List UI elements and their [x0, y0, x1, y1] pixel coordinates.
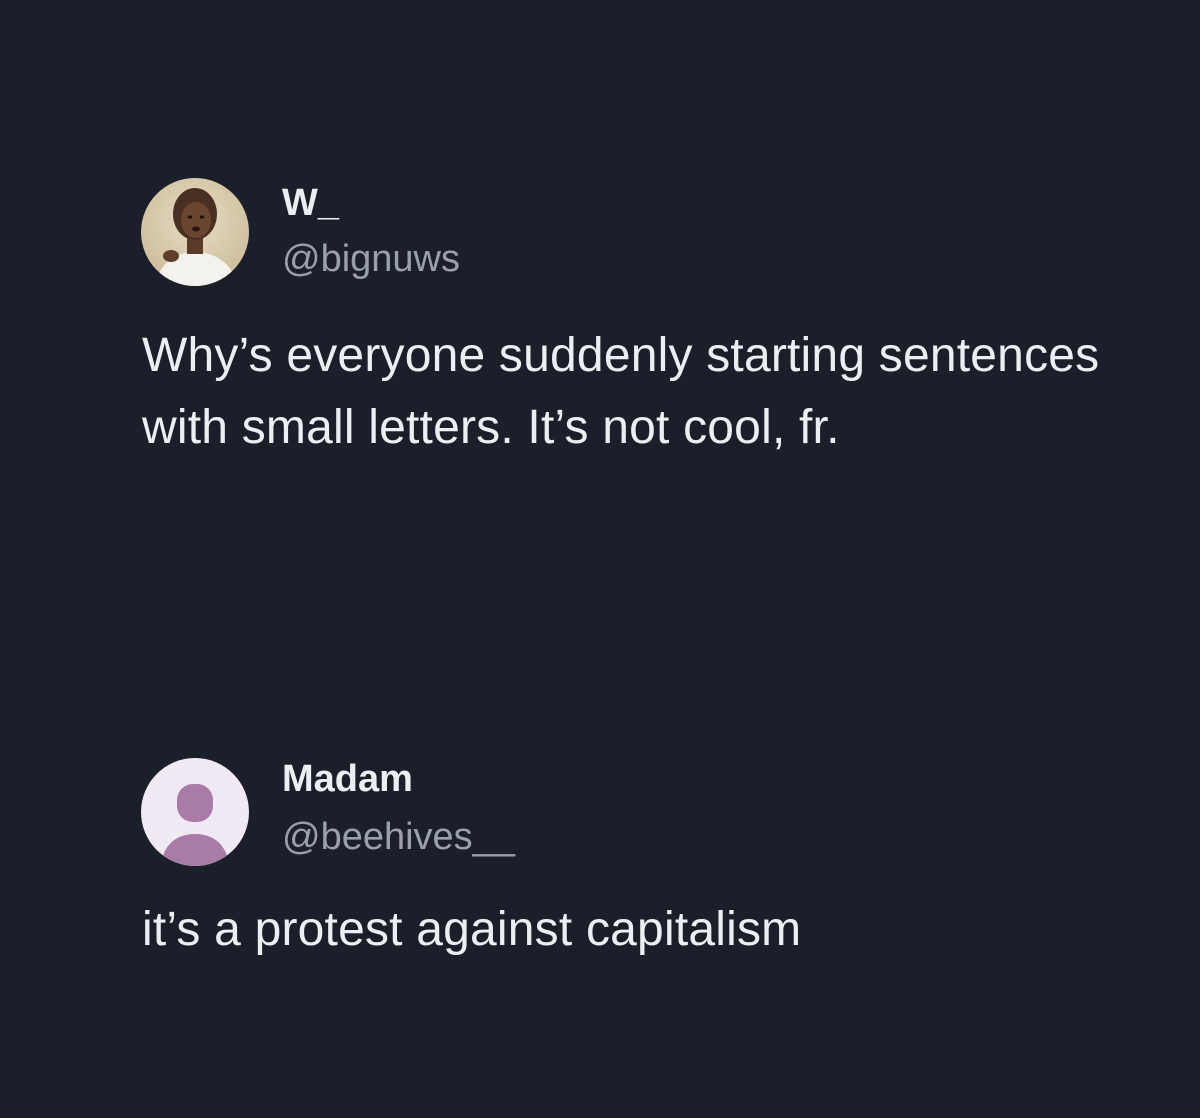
user-handle[interactable]: @bignuws	[282, 236, 460, 282]
user-handle[interactable]: @beehives__	[282, 814, 515, 860]
default-person-avatar-icon	[141, 758, 249, 866]
avatar[interactable]	[141, 178, 249, 286]
tweet-text: it’s a protest against capitalism	[142, 903, 802, 956]
profile-photo-avatar	[141, 178, 249, 286]
display-name[interactable]: Madam	[282, 756, 413, 802]
avatar[interactable]	[141, 758, 249, 866]
display-name[interactable]: W_	[282, 180, 339, 226]
tweet-text: Why’s everyone suddenly starting sentenc…	[142, 329, 1100, 454]
